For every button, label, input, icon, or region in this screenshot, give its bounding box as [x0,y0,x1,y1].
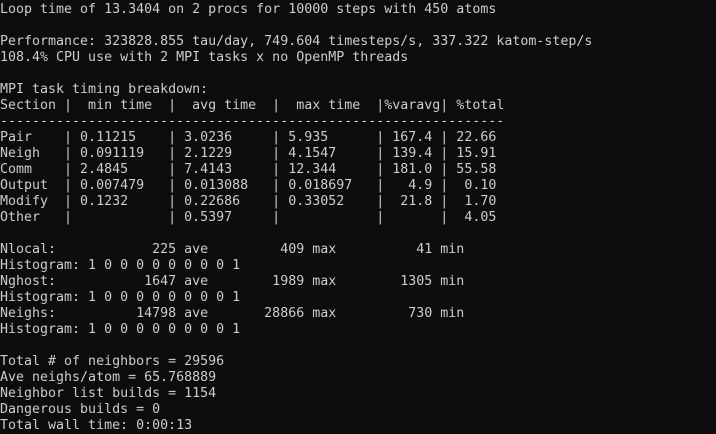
terminal-line: Neighs: 14798 ave 28866 max 730 min [0,306,465,321]
terminal-line: Histogram: 1 0 0 0 0 0 0 0 0 1 [0,258,241,273]
terminal-line: Nghost: 1647 ave 1989 max 1305 min [0,274,465,289]
terminal-line: Ave neighs/atom = 65.768889 [0,370,217,385]
terminal-line: Total # of neighbors = 29596 [0,354,225,369]
terminal-output[interactable]: Loop time of 13.3404 on 2 procs for 1000… [0,2,716,434]
terminal-line: Histogram: 1 0 0 0 0 0 0 0 0 1 [0,322,241,337]
terminal-line: Neighbor list builds = 1154 [0,386,217,401]
terminal-line: Output | 0.007479 | 0.013088 | 0.018697 … [0,178,497,193]
terminal-line: Comm | 2.4845 | 7.4143 | 12.344 | 181.0 … [0,162,497,177]
terminal-line: 108.4% CPU use with 2 MPI tasks x no Ope… [0,50,409,65]
terminal-line: Nlocal: 225 ave 409 max 41 min [0,242,465,257]
terminal-line: MPI task timing breakdown: [0,82,209,97]
terminal-line: ----------------------------------------… [0,114,505,129]
terminal-line: Section | min time | avg time | max time… [0,98,505,113]
terminal-line: Dangerous builds = 0 [0,402,161,417]
terminal-line: Histogram: 1 0 0 0 0 0 0 0 0 1 [0,290,241,305]
terminal-line: Loop time of 13.3404 on 2 procs for 1000… [0,2,497,17]
terminal-line: Pair | 0.11215 | 3.0236 | 5.935 | 167.4 … [0,130,497,145]
terminal-line: Modify | 0.1232 | 0.22686 | 0.33052 | 21… [0,194,497,209]
terminal-line: Neigh | 0.091119 | 2.1229 | 4.1547 | 139… [0,146,497,161]
terminal-line: Other | | 0.5397 | | | 4.05 [0,210,497,225]
terminal-line: Total wall time: 0:00:13 [0,418,193,433]
terminal-line: Performance: 323828.855 tau/day, 749.604… [0,34,593,49]
